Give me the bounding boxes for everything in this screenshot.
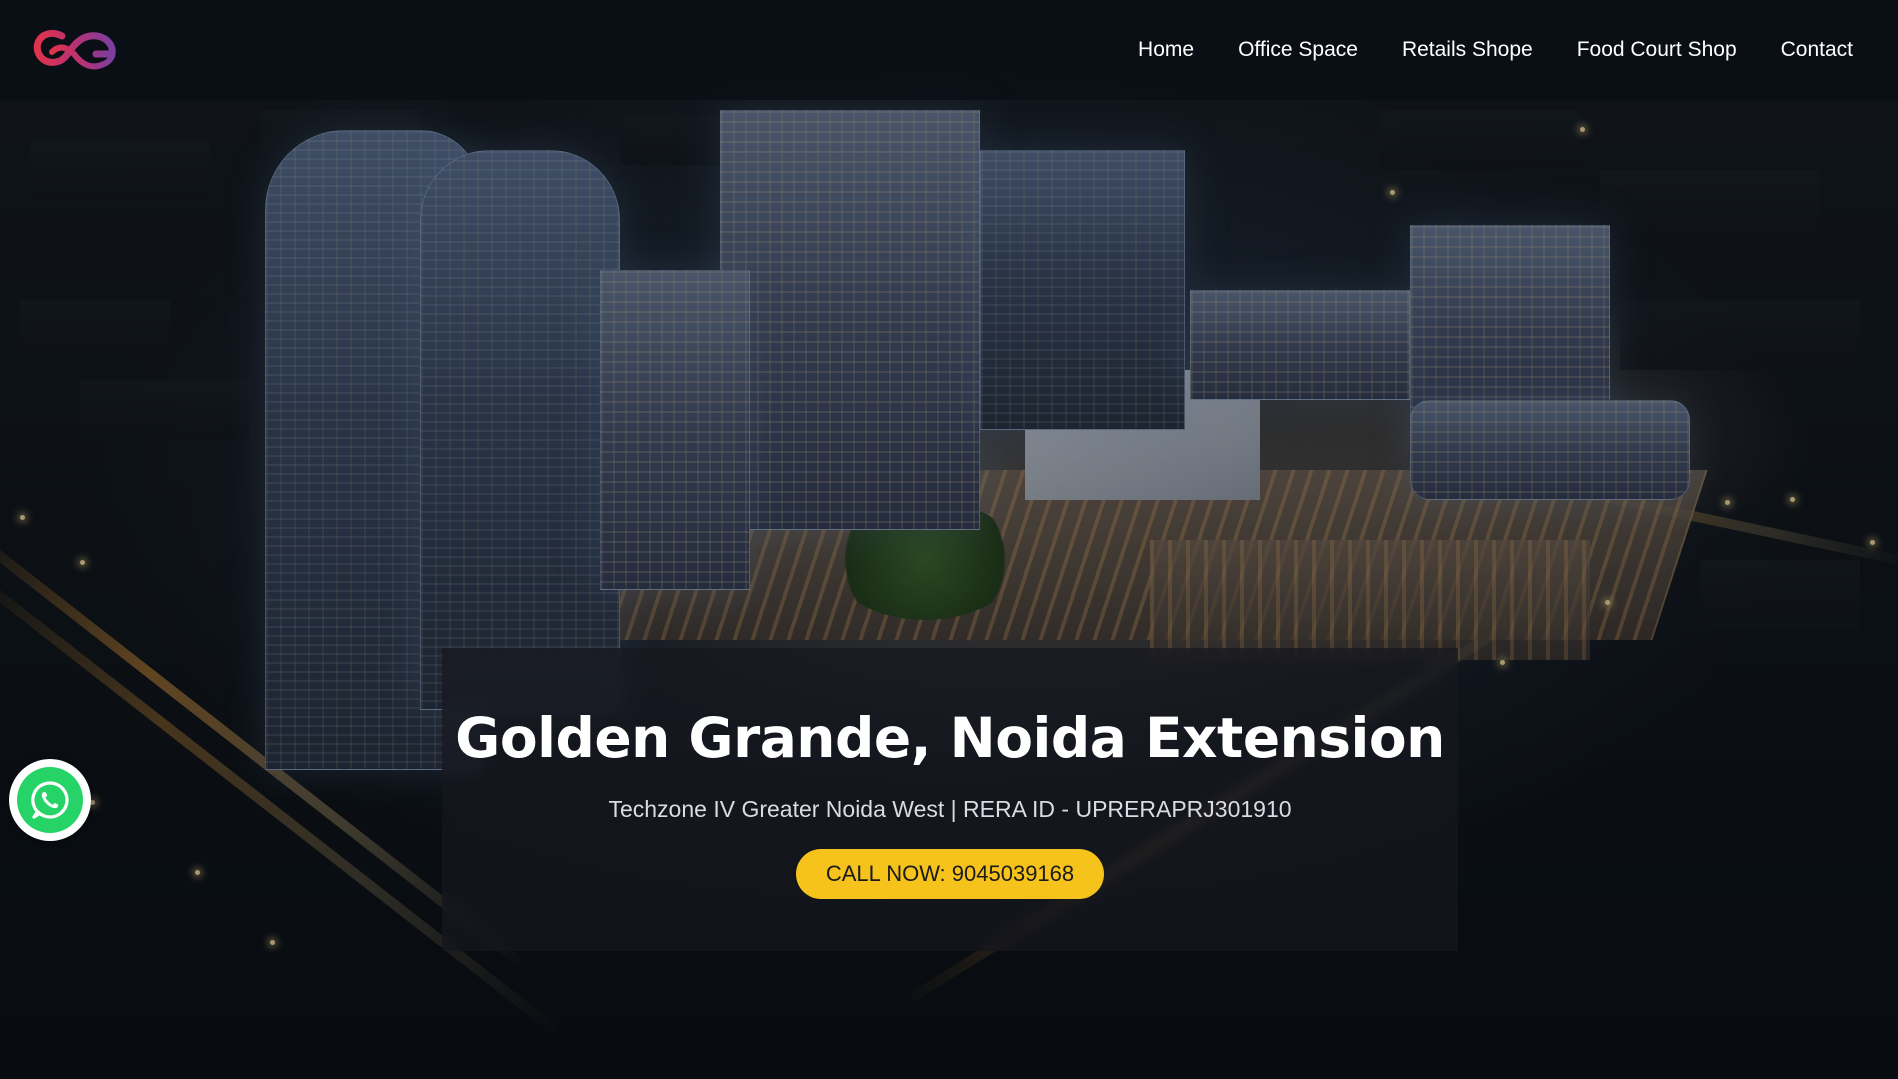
logo-link[interactable] (32, 22, 118, 78)
nav-food-court-shop[interactable]: Food Court Shop (1577, 38, 1737, 62)
gg-logo (33, 29, 116, 70)
nav-office-space[interactable]: Office Space (1238, 38, 1358, 62)
nav-home[interactable]: Home (1138, 38, 1194, 62)
hero-title: Golden Grande, Noida Extension (455, 706, 1445, 770)
whatsapp-icon (17, 767, 83, 833)
hero-card: Golden Grande, Noida Extension Techzone … (442, 648, 1458, 951)
call-now-button[interactable]: CALL NOW: 9045039168 (795, 849, 1105, 899)
site-header: Home Office Space Retails Shope Food Cou… (0, 0, 1898, 100)
main-nav: Home Office Space Retails Shope Food Cou… (1138, 38, 1853, 62)
nav-retails-shope[interactable]: Retails Shope (1402, 38, 1533, 62)
whatsapp-button[interactable] (9, 759, 91, 841)
hero-subtitle: Techzone IV Greater Noida West | RERA ID… (608, 796, 1292, 822)
nav-contact[interactable]: Contact (1781, 38, 1853, 62)
